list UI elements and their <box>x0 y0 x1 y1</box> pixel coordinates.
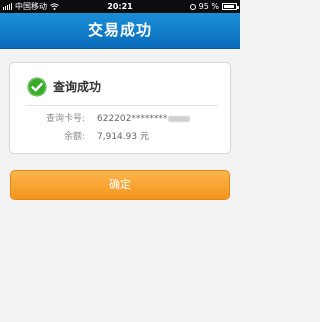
balance-label: 余额: <box>63 132 85 142</box>
page-title: 交易成功 <box>87 21 152 39</box>
status-right: 95 % <box>189 0 239 13</box>
balance-value: 7,914.93 元 <box>97 132 149 142</box>
masked-card-suffix <box>168 115 191 122</box>
card-number-row: 查询卡号: 622202******** <box>10 112 230 126</box>
clock-icon <box>189 3 196 10</box>
navigation-bar: 交易成功 <box>0 13 240 49</box>
status-bar: 中国移动 20:21 95 % <box>0 0 240 13</box>
confirm-button[interactable]: 确定 <box>10 170 230 200</box>
result-title: 查询成功 <box>53 80 102 94</box>
divider <box>26 105 218 106</box>
card-number-label: 查询卡号: <box>45 114 85 124</box>
check-circle-icon <box>27 77 47 97</box>
battery-percent: 95 % <box>198 2 219 11</box>
result-card: 查询成功 查询卡号: 622202******** 余额: 7,914.93 元 <box>9 62 231 154</box>
battery-level <box>224 5 235 8</box>
balance-row: 余额: 7,914.93 元 <box>10 130 230 144</box>
card-number-value: 622202******** <box>97 114 168 124</box>
card-number-value-wrap: 622202******** <box>97 112 191 126</box>
battery-icon <box>222 3 239 10</box>
